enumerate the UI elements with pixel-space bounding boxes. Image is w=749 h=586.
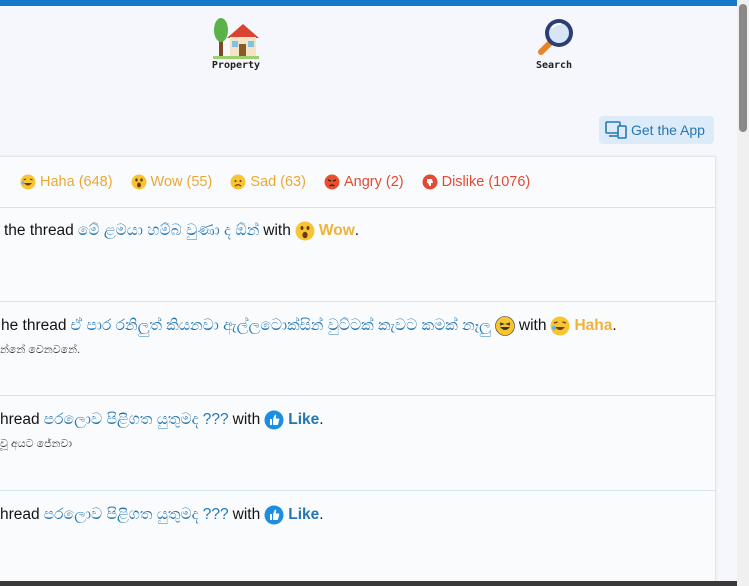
thread-link[interactable]: ඒ පාර රනිලුත් කියනවා ඇල්ලටොක්සින් වුට්ටක…	[71, 317, 491, 335]
list-item: he thread ඒ පාර රනිලුත් කියනවා ඇල්ලටොක්ස…	[0, 302, 716, 396]
page-scrollbar[interactable]	[737, 0, 749, 586]
wow-emoji-icon	[295, 221, 315, 241]
nav-search-label: Search	[535, 60, 573, 71]
thread-link[interactable]: මේ ළමයා හම්බ වුණා ද ඕන්	[78, 222, 259, 240]
tab-dislike[interactable]: Dislike (1076)	[422, 174, 530, 190]
list-item: the thread මේ ළමයා හම්බ වුණා ද ඕන් with …	[0, 207, 716, 302]
reaction-label: Haha	[574, 317, 613, 334]
get-the-app-button[interactable]: Get the App	[599, 116, 714, 144]
tab-wow[interactable]: Wow (55)	[131, 174, 212, 190]
header-nav: Property Search	[0, 0, 737, 100]
reaction-tabs: Haha (648) Wow (55) Sad (63) Angry (2) D…	[0, 157, 715, 208]
get-the-app-label: Get the App	[631, 122, 705, 138]
post-snippet: න්නේ වෙනවනේ.	[0, 344, 81, 356]
dislike-icon	[422, 174, 438, 190]
property-house-icon	[213, 18, 259, 59]
angry-emoji-icon	[324, 174, 340, 190]
tab-angry[interactable]: Angry (2)	[324, 174, 404, 190]
haha-emoji-icon	[550, 316, 570, 336]
bottom-edge-bar	[0, 581, 737, 586]
tab-sad[interactable]: Sad (63)	[230, 174, 306, 190]
haha-emoji-icon	[20, 174, 36, 190]
like-icon	[264, 410, 284, 430]
list-item: hread පරලොව පිළිගත යුතුමද ??? with Like.…	[0, 396, 716, 491]
search-magnifier-icon	[538, 19, 573, 55]
wow-emoji-icon	[131, 174, 147, 190]
reaction-label: Like	[288, 411, 320, 428]
like-icon	[264, 505, 284, 525]
nav-property[interactable]: Property	[191, 16, 281, 71]
reaction-label: Like	[288, 506, 320, 523]
tab-haha[interactable]: Haha (648)	[20, 174, 113, 190]
reaction-label: Wow	[318, 222, 355, 239]
list-item: hread පරලොව පිළිගත යුතුමද ??? with Like.	[0, 505, 324, 525]
thread-link[interactable]: පරලොව පිළිගත යුතුමද ???	[44, 411, 229, 429]
nav-search[interactable]: Search	[509, 16, 599, 71]
devices-icon	[605, 121, 627, 139]
thread-link[interactable]: පරලොව පිළිගත යුතුමද ???	[44, 506, 229, 524]
scrollbar-thumb[interactable]	[739, 4, 747, 132]
laughing-emoji-icon	[495, 316, 515, 336]
post-snippet: වූ අයට ජේනවා	[0, 438, 73, 450]
nav-property-label: Property	[211, 60, 261, 71]
sad-emoji-icon	[230, 174, 246, 190]
